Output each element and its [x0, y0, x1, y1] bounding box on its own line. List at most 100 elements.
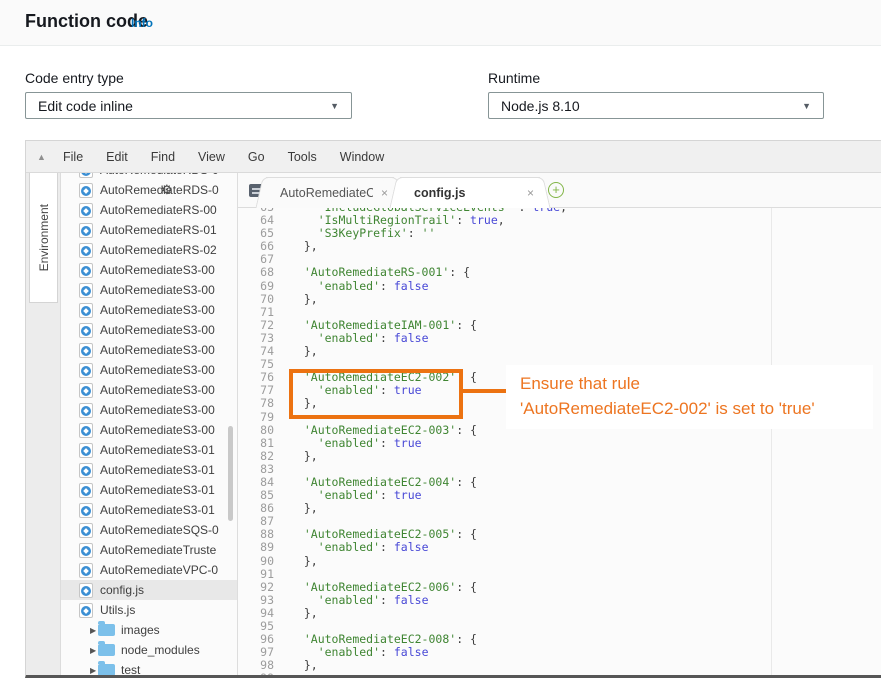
- tree-item-label: AutoRemediateS3-00: [100, 263, 215, 277]
- tree-item-utils-js[interactable]: Utils.js: [61, 600, 237, 620]
- folder-expand-arrow-icon[interactable]: ▶: [90, 666, 98, 675]
- menu-item-find[interactable]: Find: [151, 150, 175, 164]
- close-icon[interactable]: ×: [381, 186, 388, 200]
- close-icon[interactable]: ×: [527, 186, 534, 200]
- runtime-select[interactable]: Node.js 8.10 ▼: [488, 92, 824, 119]
- menu-item-edit[interactable]: Edit: [106, 150, 128, 164]
- tree-item-autoremediates3-00[interactable]: AutoRemediateS3-00: [61, 380, 237, 400]
- tree-item-label: AutoRemediateRS-00: [100, 203, 217, 217]
- tree-item-autoremediates3-01[interactable]: AutoRemediateS3-01: [61, 460, 237, 480]
- tree-item-autoremediates3-00[interactable]: AutoRemediateS3-00: [61, 360, 237, 380]
- file-icon: [79, 463, 93, 478]
- file-icon: [79, 303, 93, 318]
- tree-item-node-modules[interactable]: ▶ node_modules: [61, 640, 237, 660]
- new-tab-icon[interactable]: +: [548, 182, 564, 198]
- code-line-86[interactable]: 86 },: [238, 502, 881, 515]
- tab-autoremediatec[interactable]: AutoRemediateC ×: [266, 177, 394, 208]
- callout-connector: [463, 389, 507, 393]
- line-number: 79: [238, 411, 274, 424]
- tree-item-test[interactable]: ▶test: [61, 660, 237, 675]
- tree-item-label: node_modules: [121, 643, 200, 657]
- tree-item-config-js[interactable]: config.js: [61, 580, 237, 600]
- code-text: },: [274, 344, 318, 358]
- tree-item-autoremediates3-01[interactable]: AutoRemediateS3-01: [61, 500, 237, 520]
- file-icon: [79, 363, 93, 378]
- editor-pane: AutoRemediateC × config.js × + 63 'Inclu…: [238, 173, 881, 675]
- tree-item-label: AutoRemediateSQS-0: [100, 523, 219, 537]
- callout-panel: Ensure that rule 'AutoRemediateEC2-002' …: [506, 365, 873, 429]
- folder-expand-arrow-icon[interactable]: ▶: [90, 626, 98, 635]
- menu-item-view[interactable]: View: [198, 150, 225, 164]
- line-number: 83: [238, 463, 274, 476]
- tab-config-js[interactable]: config.js ×: [400, 177, 540, 208]
- menu-item-tools[interactable]: Tools: [288, 150, 317, 164]
- environment-tab-label: Environment: [37, 204, 51, 271]
- code-line-69[interactable]: 69 'enabled': false: [238, 280, 881, 293]
- code-text: },: [274, 658, 318, 672]
- tree-item-autoremediaters-00[interactable]: AutoRemediateRS-00: [61, 200, 237, 220]
- file-tree-panel: AutoRemediateRDS-0 AutoRemediateRDS-0⚙ Aut…: [61, 173, 238, 675]
- tree-item-autoremediates3-00[interactable]: AutoRemediateS3-00: [61, 280, 237, 300]
- code-line-74[interactable]: 74 },: [238, 345, 881, 358]
- code-entry-type-select[interactable]: Edit code inline ▼: [25, 92, 352, 119]
- tree-item-autoremediates3-00[interactable]: AutoRemediateS3-00: [61, 400, 237, 420]
- chevron-down-icon: ▼: [330, 101, 339, 111]
- menu-item-go[interactable]: Go: [248, 150, 265, 164]
- tree-item-label: AutoRemediateRDS-0: [100, 173, 219, 177]
- tree-item-autoremediates3-00[interactable]: AutoRemediateS3-00: [61, 320, 237, 340]
- section-header: Function code Info: [0, 0, 881, 46]
- folder-expand-arrow-icon[interactable]: ▶: [90, 646, 98, 655]
- tree-item-images[interactable]: ▶images: [61, 620, 237, 640]
- code-text: },: [274, 554, 318, 568]
- code-line-73[interactable]: 73 'enabled': false: [238, 332, 881, 345]
- menu-item-file[interactable]: File: [63, 150, 83, 164]
- tree-item-autoremediaterds-0[interactable]: AutoRemediateRDS-0⚙: [61, 180, 237, 200]
- code-line-94[interactable]: 94 },: [238, 607, 881, 620]
- tree-item-autoremediaterds-0[interactable]: AutoRemediateRDS-0: [61, 173, 237, 180]
- code-line-81[interactable]: 81 'enabled': true: [238, 437, 881, 450]
- code-text: [274, 671, 290, 675]
- code-line-89[interactable]: 89 'enabled': false: [238, 541, 881, 554]
- collapse-panel-icon[interactable]: ▲: [37, 152, 46, 162]
- tree-item-autoremediates3-00[interactable]: AutoRemediateS3-00: [61, 300, 237, 320]
- function-code-page: Function code Info Code entry type Edit …: [0, 0, 881, 682]
- environment-tab[interactable]: Environment: [29, 173, 58, 303]
- tree-item-autoremediates3-01[interactable]: AutoRemediateS3-01: [61, 480, 237, 500]
- menu-item-window[interactable]: Window: [340, 150, 384, 164]
- code-line-98[interactable]: 98 },: [238, 659, 881, 672]
- info-link[interactable]: Info: [131, 16, 153, 30]
- code-line-97[interactable]: 97 'enabled': false: [238, 646, 881, 659]
- line-number: 78: [238, 397, 274, 410]
- runtime-value: Node.js 8.10: [501, 98, 580, 114]
- line-number: 93: [238, 594, 274, 607]
- code-area[interactable]: 63 'IncludeGlobalServiceEvents' : true,6…: [238, 208, 881, 675]
- code-text: },: [274, 449, 318, 463]
- code-line-93[interactable]: 93 'enabled': false: [238, 594, 881, 607]
- code-line-85[interactable]: 85 'enabled': true: [238, 489, 881, 502]
- tree-item-autoremediatesqs-0[interactable]: AutoRemediateSQS-0: [61, 520, 237, 540]
- code-text: 'enabled': false: [274, 279, 429, 293]
- tree-item-autoremediatetruste[interactable]: AutoRemediateTruste: [61, 540, 237, 560]
- gear-icon: ⚙: [161, 182, 173, 197]
- code-text: },: [274, 396, 318, 410]
- tree-item-autoremediates3-00[interactable]: AutoRemediateS3-00: [61, 420, 237, 440]
- tree-item-autoremediates3-00[interactable]: AutoRemediateS3-00: [61, 260, 237, 280]
- code-text: 'enabled': false: [274, 331, 429, 345]
- tree-item-autoremediaters-02[interactable]: AutoRemediateRS-02: [61, 240, 237, 260]
- code-line-82[interactable]: 82 },: [238, 450, 881, 463]
- tree-item-autoremediates3-00[interactable]: AutoRemediateS3-00: [61, 340, 237, 360]
- code-line-70[interactable]: 70 },: [238, 293, 881, 306]
- code-text: [274, 252, 290, 266]
- code-line-66[interactable]: 66 },: [238, 240, 881, 253]
- tree-item-autoremediatevpc-0[interactable]: AutoRemediateVPC-0: [61, 560, 237, 580]
- code-text: },: [274, 239, 318, 253]
- code-line-99[interactable]: 99: [238, 672, 881, 675]
- tree-item-autoremediaters-01[interactable]: AutoRemediateRS-01: [61, 220, 237, 240]
- tree-item-label: config.js: [100, 583, 144, 597]
- tree-item-autoremediates3-01[interactable]: AutoRemediateS3-01: [61, 440, 237, 460]
- file-icon: [79, 383, 93, 398]
- line-number: 92: [238, 581, 274, 594]
- code-line-90[interactable]: 90 },: [238, 555, 881, 568]
- tree-scrollbar[interactable]: [228, 426, 233, 521]
- code-line-65[interactable]: 65 'S3KeyPrefix': '': [238, 227, 881, 240]
